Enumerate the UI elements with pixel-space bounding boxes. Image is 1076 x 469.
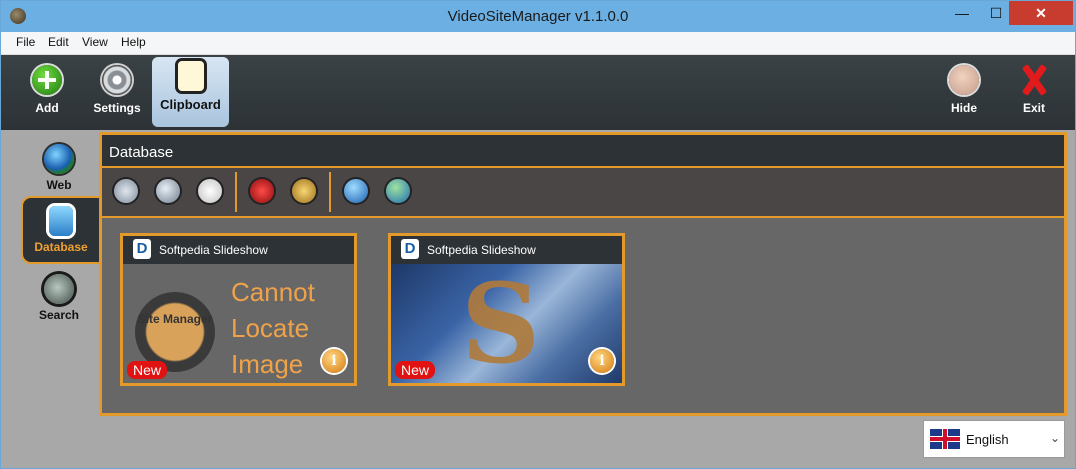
menu-edit[interactable]: Edit — [48, 35, 69, 49]
hide-hand-icon — [949, 65, 979, 95]
menu-view[interactable]: View — [82, 35, 108, 49]
globe-green-icon[interactable] — [386, 179, 410, 203]
card-thumbnail[interactable]: S New i — [391, 264, 622, 383]
close-button[interactable]: ✕ — [1009, 1, 1073, 25]
card-title: Softpedia Slideshow — [427, 243, 536, 257]
edit-notes-icon[interactable] — [198, 179, 222, 203]
card-header: D Softpedia Slideshow — [123, 236, 354, 264]
clean-broom-icon[interactable] — [292, 179, 316, 203]
toolbar-divider — [329, 172, 331, 212]
video-card[interactable]: D Softpedia Slideshow S New i — [388, 233, 625, 386]
uk-flag-icon — [930, 429, 960, 449]
sidebar-item-label: Search — [38, 308, 80, 322]
title-bar: VideoSiteManager v1.1.0.0 — ☐ ✕ — [1, 1, 1075, 32]
missing-image-line: Image — [231, 349, 304, 379]
toolbar-divider — [235, 172, 237, 212]
card-title: Softpedia Slideshow — [159, 243, 268, 257]
app-window: VideoSiteManager v1.1.0.0 — ☐ ✕ File Edi… — [0, 0, 1076, 469]
zoom-fit-icon[interactable] — [114, 179, 138, 203]
add-button[interactable]: Add — [15, 61, 79, 115]
settings-button[interactable]: Settings — [85, 61, 149, 115]
new-badge: New — [395, 361, 436, 379]
database-icon — [49, 206, 73, 236]
main-toolbar: Add Settings Clipboard Hide Exit — [1, 55, 1075, 130]
sidebar-item-search[interactable]: Search — [21, 266, 97, 322]
menu-file[interactable]: File — [16, 35, 35, 49]
missing-image-line: Locate — [231, 313, 310, 343]
softpedia-logo-icon: D — [401, 239, 419, 259]
sidebar-item-database[interactable]: Database — [21, 196, 99, 264]
delete-icon[interactable] — [250, 179, 274, 203]
missing-image-line: Cannot — [231, 277, 315, 307]
menu-help[interactable]: Help — [121, 35, 146, 49]
softpedia-logo-icon: D — [133, 239, 151, 259]
database-panel: Database D Softpedia Slideshow Site Mana… — [99, 132, 1067, 416]
chevron-down-icon: ⌄ — [1049, 431, 1060, 445]
clipboard-button[interactable]: Clipboard — [152, 57, 229, 127]
window-title: VideoSiteManager v1.1.0.0 — [447, 8, 629, 25]
new-badge: New — [127, 361, 168, 379]
exit-label: Exit — [1022, 101, 1045, 115]
globe-icon — [44, 144, 74, 174]
logo-text: Site Manager — [137, 312, 213, 326]
info-icon[interactable]: i — [590, 349, 614, 373]
sidebar-item-web[interactable]: Web — [21, 136, 97, 192]
menu-bar: File Edit View Help — [1, 32, 1075, 55]
panel-toolbar — [102, 168, 1064, 218]
hide-button[interactable]: Hide — [932, 61, 996, 115]
sidebar-item-label: Database — [34, 240, 88, 254]
add-icon — [32, 65, 62, 95]
site-manager-logo-icon: Site Manager — [135, 292, 215, 372]
language-value: English — [966, 432, 1009, 447]
exit-x-icon — [1019, 65, 1049, 95]
maximize-button[interactable]: ☐ — [979, 1, 1013, 25]
magnifier-icon[interactable] — [156, 179, 180, 203]
sidebar-item-label: Web — [46, 178, 72, 192]
exit-button[interactable]: Exit — [1002, 61, 1066, 115]
sidebar: Web Database Search — [1, 130, 99, 418]
language-select[interactable]: English ⌄ — [923, 420, 1065, 458]
hide-label: Hide — [950, 101, 977, 115]
clipboard-icon — [177, 61, 204, 91]
missing-image-text: Cannot Locate Image — [231, 274, 315, 382]
info-icon[interactable]: i — [322, 349, 346, 373]
settings-label: Settings — [93, 101, 141, 115]
clipboard-label: Clipboard — [160, 97, 221, 112]
minimize-button[interactable]: — — [945, 1, 979, 25]
gear-icon — [102, 65, 132, 95]
video-card[interactable]: D Softpedia Slideshow Site Manager Canno… — [120, 233, 357, 386]
search-icon — [44, 274, 74, 304]
globe-icon[interactable] — [344, 179, 368, 203]
card-thumbnail[interactable]: Site Manager Cannot Locate Image New i — [123, 264, 354, 383]
add-label: Add — [35, 101, 59, 115]
panel-header: Database — [102, 135, 1064, 168]
thumbnail-letter: S — [461, 259, 541, 388]
panel-title: Database — [109, 144, 174, 161]
